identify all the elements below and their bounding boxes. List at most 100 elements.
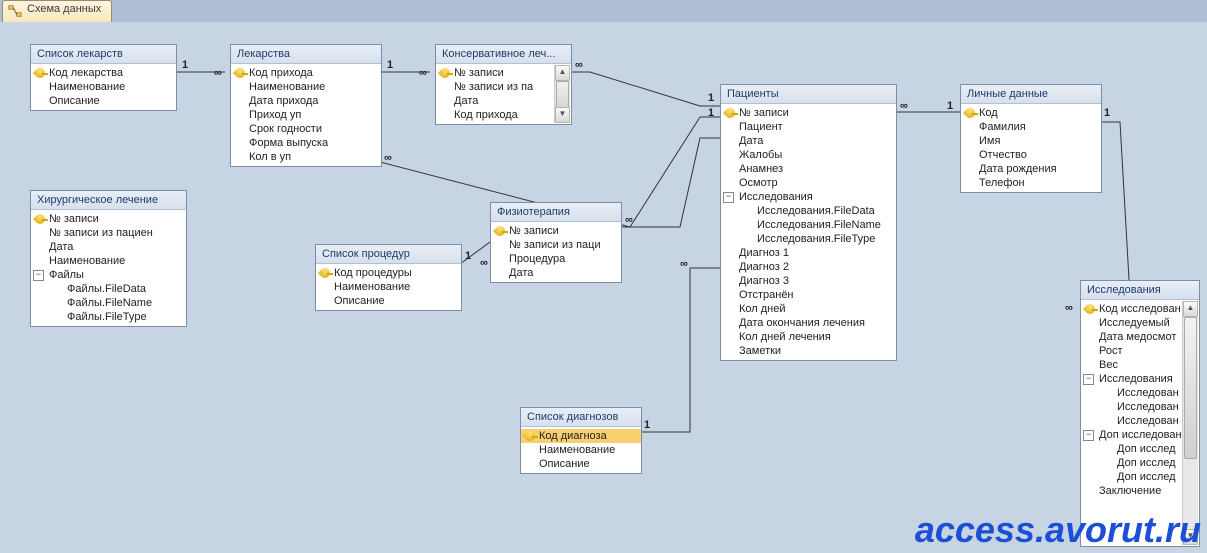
field[interactable]: Пациент <box>721 120 896 134</box>
field[interactable]: Наименование <box>231 80 381 94</box>
field[interactable]: Файлы.FileName <box>31 296 186 310</box>
table-title: Физиотерапия <box>491 203 621 222</box>
field[interactable]: Наименование <box>521 443 641 457</box>
field[interactable]: Наименование <box>31 80 176 94</box>
collapse-icon[interactable]: − <box>723 192 734 203</box>
scroll-up-icon[interactable]: ▲ <box>555 65 570 81</box>
field[interactable]: Дата <box>721 134 896 148</box>
table-physio[interactable]: Физиотерапия № записи № записи из паци П… <box>490 202 622 283</box>
field[interactable]: Дата прихода <box>231 94 381 108</box>
field[interactable]: Наименование <box>316 280 461 294</box>
field[interactable]: Описание <box>31 94 176 108</box>
field[interactable]: −Доп исследован <box>1081 428 1183 442</box>
field[interactable]: Исследуемый <box>1081 316 1183 330</box>
field[interactable]: Исследован <box>1081 400 1183 414</box>
field[interactable]: Код лекарства <box>31 66 176 80</box>
field[interactable]: Имя <box>961 134 1101 148</box>
field[interactable]: Код диагноза <box>521 429 641 443</box>
field[interactable]: Код прихода <box>436 108 555 122</box>
rel-card: ∞ <box>214 67 222 79</box>
table-patients[interactable]: Пациенты № записи Пациент Дата Жалобы Ан… <box>720 84 897 361</box>
field[interactable]: Наименование <box>31 254 186 268</box>
field[interactable]: Код <box>961 106 1101 120</box>
field[interactable]: Исследован <box>1081 414 1183 428</box>
table-title: Пациенты <box>721 85 896 104</box>
field[interactable]: Форма выпуска <box>231 136 381 150</box>
field[interactable]: −Исследования <box>1081 372 1183 386</box>
field[interactable]: Файлы.FileType <box>31 310 186 324</box>
rel-card: 1 <box>387 59 393 71</box>
field[interactable]: Дата медосмот <box>1081 330 1183 344</box>
rel-card: 1 <box>465 250 471 262</box>
field[interactable]: № записи <box>436 66 555 80</box>
field[interactable]: Доп исслед <box>1081 470 1183 484</box>
field[interactable]: Доп исслед <box>1081 456 1183 470</box>
tab-relationships[interactable]: Схема данных <box>2 0 112 23</box>
collapse-icon[interactable]: − <box>1083 430 1094 441</box>
rel-card: ∞ <box>419 67 427 79</box>
field[interactable]: Код исследован <box>1081 302 1183 316</box>
table-drugs-list[interactable]: Список лекарств Код лекарства Наименован… <box>30 44 177 111</box>
field[interactable]: Дата <box>31 240 186 254</box>
field[interactable]: Описание <box>521 457 641 471</box>
field[interactable]: Процедура <box>491 252 621 266</box>
field[interactable]: Телефон <box>961 176 1101 190</box>
field[interactable]: Кол дней <box>721 302 896 316</box>
field[interactable]: Вес <box>1081 358 1183 372</box>
field[interactable]: Код процедуры <box>316 266 461 280</box>
scroll-down-icon[interactable]: ▼ <box>555 107 570 123</box>
field[interactable]: Заключение <box>1081 484 1183 498</box>
field[interactable]: Приход уп <box>231 108 381 122</box>
scroll-up-icon[interactable]: ▲ <box>1183 301 1198 317</box>
field[interactable]: № записи из паци <box>491 238 621 252</box>
field[interactable]: Дата <box>436 94 555 108</box>
field[interactable]: Исследования.FileData <box>721 204 896 218</box>
field[interactable]: Доп исслед <box>1081 442 1183 456</box>
field[interactable]: Рост <box>1081 344 1183 358</box>
field[interactable]: Отстранён <box>721 288 896 302</box>
field[interactable]: Отчество <box>961 148 1101 162</box>
field[interactable]: Кол дней лечения <box>721 330 896 344</box>
diagram-canvas[interactable]: 1 ∞ 1 ∞ ∞ 1 ∞ 1 ∞ 1 ∞ 1 ∞ 1 ∞ 1 ∞ Список… <box>0 22 1207 553</box>
field[interactable]: Исследования.FileType <box>721 232 896 246</box>
field[interactable]: № записи <box>491 224 621 238</box>
table-personal[interactable]: Личные данные Код Фамилия Имя Отчество Д… <box>960 84 1102 193</box>
rel-card: ∞ <box>575 59 583 71</box>
field[interactable]: № записи из па <box>436 80 555 94</box>
field[interactable]: Диагноз 1 <box>721 246 896 260</box>
field[interactable]: −Файлы <box>31 268 186 282</box>
field[interactable]: Код прихода <box>231 66 381 80</box>
collapse-icon[interactable]: − <box>33 270 44 281</box>
field[interactable]: Исследования.FileName <box>721 218 896 232</box>
table-title: Список лекарств <box>31 45 176 64</box>
field[interactable]: Дата окончания лечения <box>721 316 896 330</box>
table-diag-list[interactable]: Список диагнозов Код диагноза Наименован… <box>520 407 642 474</box>
field[interactable]: № записи <box>721 106 896 120</box>
field[interactable]: Жалобы <box>721 148 896 162</box>
field[interactable]: Дата рождения <box>961 162 1101 176</box>
table-cons-treat[interactable]: Консервативное леч... № записи № записи … <box>435 44 572 125</box>
field[interactable]: № записи <box>31 212 186 226</box>
table-research[interactable]: Исследования Код исследован Исследуемый … <box>1080 280 1200 547</box>
field[interactable]: −Исследования <box>721 190 896 204</box>
field[interactable]: Диагноз 3 <box>721 274 896 288</box>
field[interactable]: Исследован <box>1081 386 1183 400</box>
scroll-thumb[interactable] <box>1184 317 1197 459</box>
field[interactable]: Дата <box>491 266 621 280</box>
field[interactable]: Файлы.FileData <box>31 282 186 296</box>
field[interactable]: Фамилия <box>961 120 1101 134</box>
table-drugs[interactable]: Лекарства Код прихода Наименование Дата … <box>230 44 382 167</box>
scrollbar[interactable]: ▲ ▼ <box>554 65 570 123</box>
field[interactable]: Описание <box>316 294 461 308</box>
field[interactable]: Осмотр <box>721 176 896 190</box>
field[interactable]: Анамнез <box>721 162 896 176</box>
field[interactable]: Диагноз 2 <box>721 260 896 274</box>
field[interactable]: Кол в уп <box>231 150 381 164</box>
table-proc-list[interactable]: Список процедур Код процедуры Наименован… <box>315 244 462 311</box>
field[interactable]: № записи из пациен <box>31 226 186 240</box>
rel-card: ∞ <box>625 214 633 226</box>
table-surgery[interactable]: Хирургическое лечение № записи № записи … <box>30 190 187 327</box>
field[interactable]: Заметки <box>721 344 896 358</box>
collapse-icon[interactable]: − <box>1083 374 1094 385</box>
field[interactable]: Срок годности <box>231 122 381 136</box>
